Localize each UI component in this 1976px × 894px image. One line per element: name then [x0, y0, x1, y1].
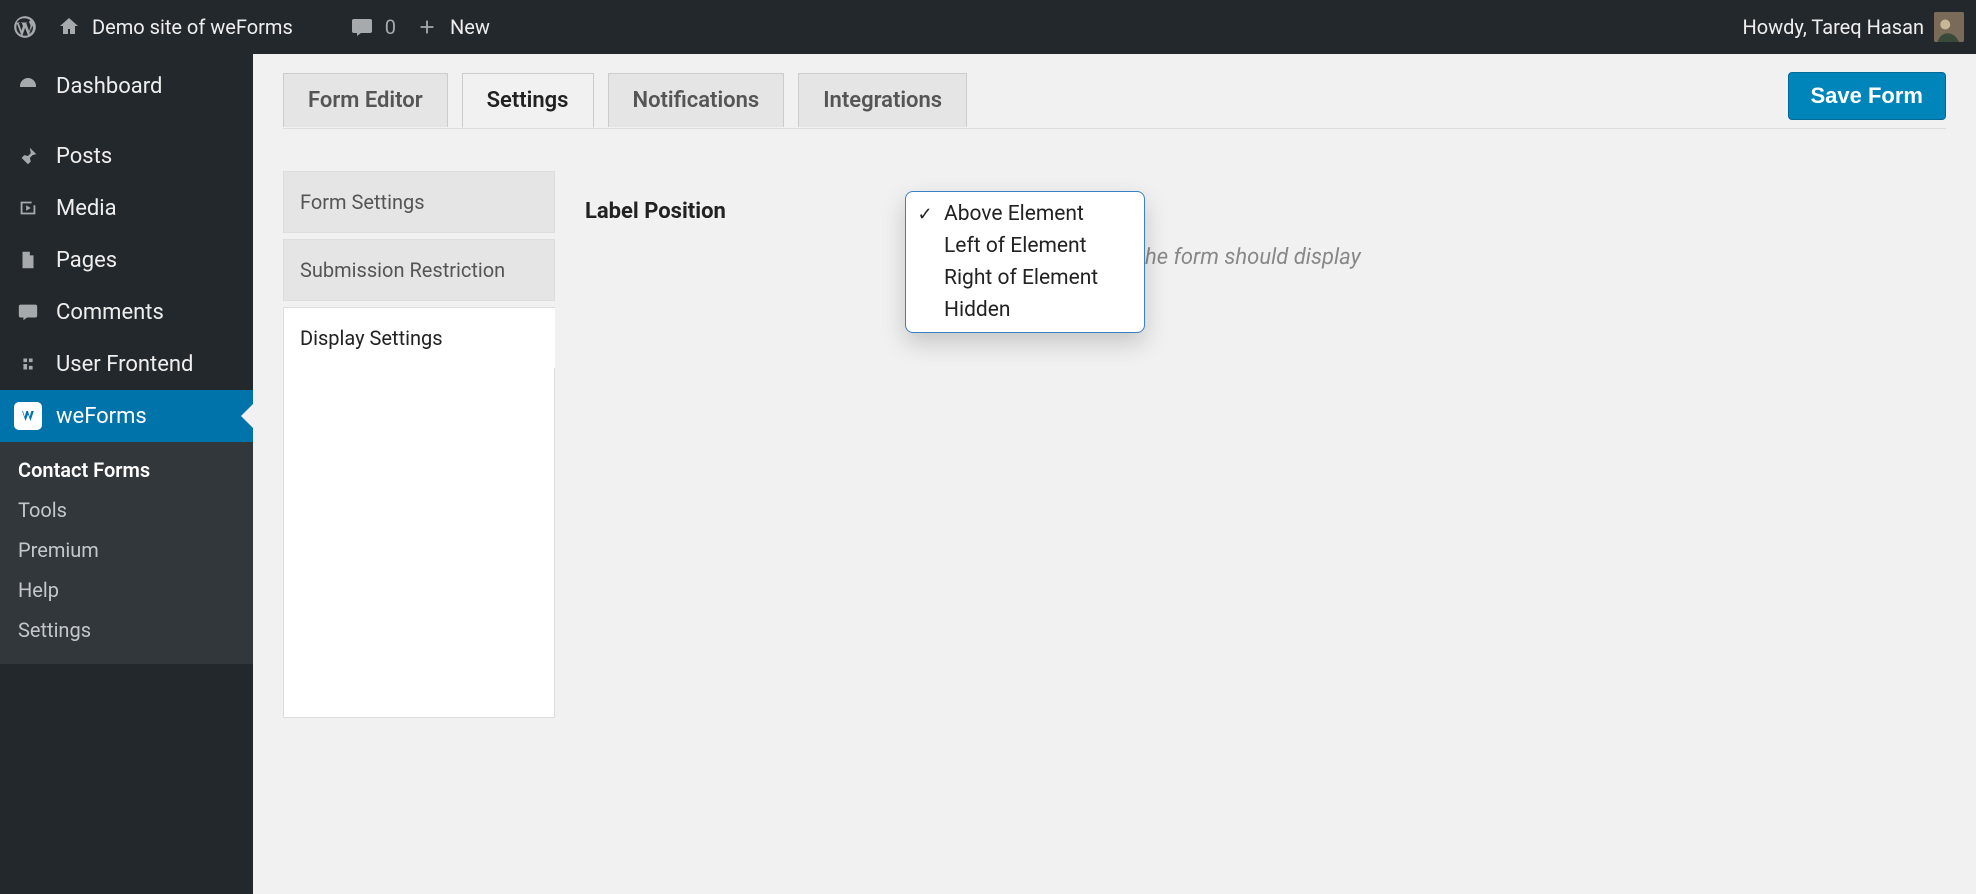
settings-panel: Label Position ✓ Above Element Left of E… [555, 171, 1946, 718]
tab-settings[interactable]: Settings [462, 73, 594, 128]
option-right-of-element[interactable]: Right of Element [906, 262, 1144, 294]
menu-dashboard[interactable]: Dashboard [0, 60, 253, 112]
menu-label: Dashboard [56, 74, 162, 99]
new-label: New [450, 15, 490, 39]
page-icon [14, 246, 42, 274]
site-link[interactable]: Demo site of weForms [56, 14, 293, 40]
submenu-contact-forms[interactable]: Contact Forms [0, 450, 253, 490]
comment-icon [14, 298, 42, 326]
save-form-button[interactable]: Save Form [1788, 72, 1947, 120]
admin-toolbar: Demo site of weForms 0 New Howdy, Tareq … [0, 0, 1976, 54]
tab-notifications[interactable]: Notifications [608, 73, 785, 127]
tab-integrations[interactable]: Integrations [798, 73, 967, 127]
menu-label: Comments [56, 300, 164, 325]
site-title: Demo site of weForms [92, 15, 293, 39]
my-account[interactable]: Howdy, Tareq Hasan [1742, 12, 1964, 42]
comment-count: 0 [385, 15, 396, 39]
menu-user-frontend[interactable]: User Frontend [0, 338, 253, 390]
menu-label: Posts [56, 144, 112, 169]
tab-form-editor[interactable]: Form Editor [283, 73, 448, 127]
menu-posts[interactable]: Posts [0, 130, 253, 182]
label-position-dropdown[interactable]: ✓ Above Element Left of Element Right of… [905, 191, 1145, 333]
user-frontend-icon [14, 350, 42, 378]
field-label-position: Label Position ✓ Above Element Left of E… [585, 197, 1916, 224]
submenu-premium[interactable]: Premium [0, 530, 253, 570]
submenu-settings[interactable]: Settings [0, 610, 253, 650]
plus-icon [414, 14, 440, 40]
media-icon [14, 194, 42, 222]
subtab-panel-remainder [283, 368, 555, 718]
submenu-help[interactable]: Help [0, 570, 253, 610]
menu-comments[interactable]: Comments [0, 286, 253, 338]
subtab-display-settings[interactable]: Display Settings [283, 307, 555, 369]
field-label: Label Position [585, 197, 875, 224]
submenu-tools[interactable]: Tools [0, 490, 253, 530]
howdy-text: Howdy, Tareq Hasan [1742, 15, 1924, 39]
new-content-link[interactable]: New [414, 14, 490, 40]
menu-label: weForms [56, 404, 147, 429]
submenu-weforms: Contact Forms Tools Premium Help Setting… [0, 442, 253, 664]
weforms-icon [14, 402, 42, 430]
option-above-element[interactable]: ✓ Above Element [906, 198, 1144, 230]
subtab-submission-restriction[interactable]: Submission Restriction [283, 239, 555, 301]
menu-label: User Frontend [56, 352, 193, 377]
form-tabs: Form Editor Settings Notifications Integ… [283, 72, 1946, 129]
pin-icon [14, 142, 42, 170]
subtab-form-settings[interactable]: Form Settings [283, 171, 555, 233]
menu-pages[interactable]: Pages [0, 234, 253, 286]
dashboard-icon [14, 72, 42, 100]
menu-label: Media [56, 196, 117, 221]
option-hidden[interactable]: Hidden [906, 294, 1144, 326]
option-left-of-element[interactable]: Left of Element [906, 230, 1144, 262]
menu-label: Pages [56, 248, 117, 273]
menu-media[interactable]: Media [0, 182, 253, 234]
wordpress-icon [12, 14, 38, 40]
page-content: Form Editor Settings Notifications Integ… [253, 54, 1976, 894]
field-help-text: he form should display [1145, 245, 1361, 270]
settings-subtabs: Form Settings Submission Restriction Dis… [283, 171, 555, 718]
comments-link[interactable]: 0 [349, 14, 396, 40]
menu-weforms[interactable]: weForms [0, 390, 253, 442]
home-icon [56, 14, 82, 40]
avatar [1934, 12, 1964, 42]
admin-menu: Dashboard Posts Media Pages Comments [0, 54, 253, 894]
wp-logo[interactable] [12, 14, 38, 40]
check-icon: ✓ [916, 204, 934, 225]
comment-icon [349, 14, 375, 40]
